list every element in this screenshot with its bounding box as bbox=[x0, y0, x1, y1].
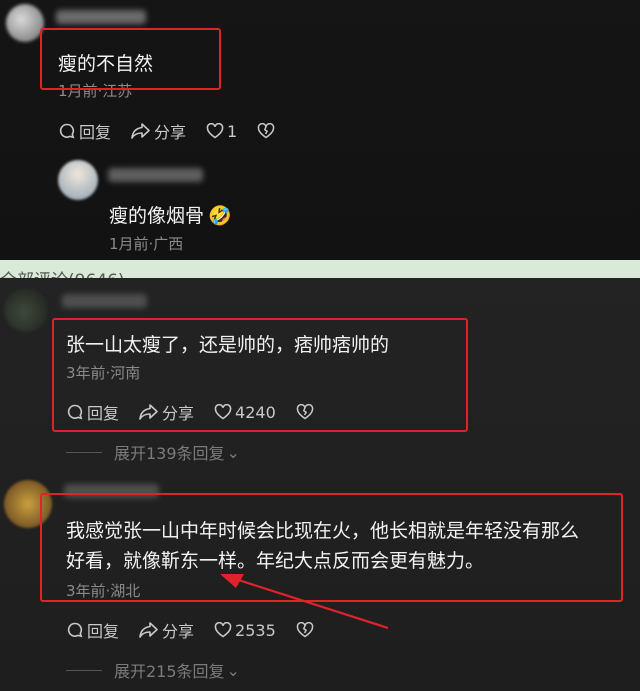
reply-button[interactable]: 回复 bbox=[58, 119, 111, 143]
comment-actions: 回复 分享 2535 bbox=[66, 618, 337, 642]
like-button[interactable]: 1 bbox=[206, 122, 237, 141]
comment-panel-top: 瘦的不自然 1月前·江苏 回复 分享 1 瘦的像烟骨 🤣 1月前·广西 bbox=[0, 0, 640, 260]
rofl-emoji: 🤣 bbox=[208, 205, 232, 227]
reply-icon bbox=[59, 123, 75, 139]
reply-username-blurred[interactable] bbox=[108, 168, 203, 182]
username-blurred[interactable] bbox=[62, 294, 147, 308]
heart-icon bbox=[206, 123, 224, 139]
reply-icon bbox=[67, 622, 83, 638]
highlight-box bbox=[40, 28, 221, 90]
comment-count-header: 全部评论(9646) bbox=[0, 266, 125, 278]
broken-heart-icon bbox=[296, 622, 314, 638]
comment-actions: 回复 分享 1 bbox=[58, 119, 298, 143]
share-button[interactable]: 分享 bbox=[139, 618, 194, 642]
expand-replies-button[interactable]: 展开139条回复 ⌄ bbox=[66, 440, 240, 464]
like-count: 2535 bbox=[235, 620, 276, 640]
share-icon bbox=[139, 622, 158, 638]
reply-button[interactable]: 回复 bbox=[66, 618, 119, 642]
reply-meta: 1月前·广西 bbox=[109, 235, 184, 253]
dislike-button[interactable] bbox=[257, 123, 278, 139]
highlight-box bbox=[52, 318, 468, 432]
username-blurred[interactable] bbox=[56, 10, 146, 24]
like-button[interactable]: 2535 bbox=[214, 621, 276, 640]
comment-panel-bottom: 张一山太瘦了，还是帅的，痞帅痞帅的 3年前·河南 回复 分享 4240 展开13… bbox=[0, 278, 640, 691]
broken-heart-icon bbox=[257, 123, 275, 139]
chevron-down-icon: ⌄ bbox=[226, 442, 240, 462]
avatar[interactable] bbox=[4, 288, 48, 332]
share-button[interactable]: 分享 bbox=[131, 119, 186, 143]
like-count: 1 bbox=[227, 121, 238, 141]
chevron-down-icon: ⌄ bbox=[226, 660, 240, 680]
dislike-button[interactable] bbox=[296, 622, 317, 638]
share-icon bbox=[131, 123, 150, 139]
heart-icon bbox=[214, 622, 232, 638]
avatar[interactable] bbox=[6, 4, 44, 42]
expand-replies-button[interactable]: 展开215条回复 ⌄ bbox=[66, 658, 240, 682]
section-divider: 全部评论(9646) bbox=[0, 260, 640, 278]
reply-avatar[interactable] bbox=[58, 160, 98, 200]
reply-text: 瘦的像烟骨 🤣 bbox=[109, 205, 232, 227]
